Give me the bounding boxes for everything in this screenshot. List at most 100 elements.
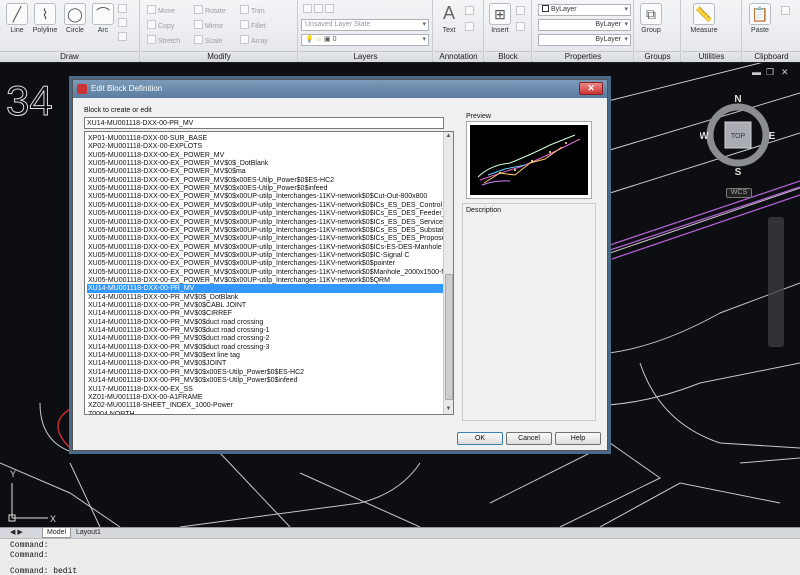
arc-tool[interactable]: ⌒ Arc (88, 3, 118, 34)
paste-tool[interactable]: 📋 Paste (745, 3, 775, 34)
measure-label: Measure (690, 27, 718, 34)
draw-panel: ╱ Line ⌇ Polyline ◯ Circle ⌒ Arc Draw (0, 0, 140, 62)
color-dropdown[interactable]: ByLayer (538, 4, 631, 16)
scale-tool[interactable]: Scale (194, 35, 223, 46)
move-tool[interactable]: Move (147, 5, 175, 16)
stretch-tool[interactable]: Stretch (147, 35, 180, 46)
rotate-tool[interactable]: Rotate (194, 5, 226, 16)
group-icon: ⧉ (640, 3, 662, 25)
group-tool[interactable]: ⧉ Group (636, 3, 666, 34)
draw-extra-tools-2[interactable] (118, 18, 129, 29)
trim-tool[interactable]: Trim (240, 5, 265, 16)
autocad-app-icon (77, 84, 87, 94)
description-label: Description (466, 207, 502, 214)
polyline-label: Polyline (32, 27, 58, 34)
drawing-number-text: 34 (6, 77, 53, 124)
wcs-menu[interactable]: WCS (726, 188, 752, 198)
text-tool[interactable]: A Text (434, 3, 464, 34)
measure-tool[interactable]: 📏 Measure (686, 3, 722, 34)
modify-panel-title[interactable]: Modify (141, 51, 297, 62)
command-history-line: Command: (10, 551, 49, 560)
linetype-dropdown[interactable]: ByLayer (538, 19, 631, 31)
line-label: Line (10, 27, 24, 34)
list-item[interactable]: Z0004 NORTH (87, 410, 443, 414)
arc-icon: ⌒ (92, 3, 114, 25)
draw-extra-tools[interactable] (118, 4, 129, 15)
circle-label: Circle (66, 27, 84, 34)
lineweight-dropdown[interactable]: ByLayer (538, 34, 631, 46)
help-button[interactable]: Help (555, 432, 601, 445)
compass-east[interactable]: E (769, 131, 776, 142)
circle-tool[interactable]: ◯ Circle (60, 3, 90, 34)
block-extra[interactable] (516, 6, 527, 17)
layers-panel-title[interactable]: Layers (299, 51, 432, 62)
axis-y-label: Y (10, 469, 16, 479)
groups-panel-title[interactable]: Groups (635, 51, 680, 62)
block-name-input[interactable] (84, 117, 444, 129)
clipboard-panel: 📋 Paste Clipboard (743, 0, 800, 62)
tab-layout1[interactable]: Layout1 (72, 528, 105, 538)
compass-south[interactable]: S (735, 167, 742, 178)
fillet-tool[interactable]: Fillet (240, 20, 266, 31)
stretch-icon (147, 35, 156, 44)
scroll-up-arrow-icon[interactable]: ▲ (444, 132, 453, 141)
properties-panel-title[interactable]: Properties (533, 51, 633, 62)
viewcube-top-face[interactable]: TOP (731, 133, 746, 140)
viewport-restore-button[interactable]: ❐ (766, 67, 774, 78)
layer-tools[interactable] (303, 4, 336, 15)
clipboard-extra[interactable] (781, 6, 792, 17)
viewcube[interactable]: TOP N S W E (700, 93, 776, 189)
array-tool[interactable]: Array (240, 35, 268, 46)
scroll-thumb[interactable] (445, 274, 453, 400)
copy-tool[interactable]: Copy (147, 20, 174, 31)
utilities-panel-title[interactable]: Utilities (682, 51, 741, 62)
insert-tool[interactable]: ⊞ Insert (485, 3, 515, 34)
ribbon: ╱ Line ⌇ Polyline ◯ Circle ⌒ Arc Draw Mo… (0, 0, 800, 62)
viewport-minimize-button[interactable]: ▬ (752, 67, 761, 77)
compass-north[interactable]: N (734, 94, 741, 105)
layout-tabs: ◀ ▶ Model Layout1 (0, 527, 800, 538)
block-list-scrollbar[interactable]: ▲ ▼ (443, 132, 453, 414)
block-preview-image (470, 125, 588, 195)
annotation-extra-2[interactable] (465, 22, 476, 33)
mirror-icon (194, 20, 203, 29)
draw-panel-title[interactable]: Draw (0, 51, 139, 62)
edit-block-definition-dialog: Edit Block Definition ✕ Block to create … (72, 79, 608, 451)
block-list[interactable]: XP01-MU001118-DXX-00-SUR_BASE XP02-MU0011… (84, 131, 454, 415)
current-layer-dropdown[interactable]: 💡 ☼ ▣ 0 (301, 34, 429, 46)
array-icon (240, 35, 249, 44)
close-button[interactable]: ✕ (579, 82, 603, 95)
navigation-bar[interactable] (768, 217, 784, 347)
polyline-tool[interactable]: ⌇ Polyline (30, 3, 60, 34)
block-extra-2[interactable] (516, 22, 527, 33)
line-icon: ╱ (6, 3, 28, 25)
clipboard-panel-title[interactable]: Clipboard (743, 51, 800, 62)
viewcube-compass: TOP N S W E (700, 94, 776, 178)
annotation-extra[interactable] (465, 6, 476, 17)
paste-icon: 📋 (749, 3, 771, 25)
scroll-down-arrow-icon[interactable]: ▼ (444, 405, 453, 414)
mirror-tool[interactable]: Mirror (194, 20, 223, 31)
sun-icon: ☼ (315, 36, 323, 43)
ok-button[interactable]: OK (457, 432, 503, 445)
annotation-panel-title[interactable]: Annotation (434, 51, 483, 62)
annotation-panel: A Text Annotation (434, 0, 484, 62)
cancel-button[interactable]: Cancel (506, 432, 552, 445)
line-tool[interactable]: ╱ Line (2, 3, 32, 34)
command-line[interactable]: Command: Command: Command: bedit (0, 538, 800, 575)
draw-extra-tools-3[interactable] (118, 32, 129, 43)
layers-panel: Unsaved Layer State 💡 ☼ ▣ 0 Layers (299, 0, 433, 62)
trim-icon (240, 5, 249, 14)
tab-model[interactable]: Model (42, 528, 72, 538)
block-panel-title[interactable]: Block (485, 51, 531, 62)
layer-state-dropdown[interactable]: Unsaved Layer State (301, 19, 429, 31)
text-icon: A (442, 3, 455, 23)
viewport-close-button[interactable]: ✕ (781, 67, 789, 78)
dialog-titlebar[interactable]: Edit Block Definition ✕ (73, 80, 607, 98)
circle-icon: ◯ (64, 3, 86, 25)
utilities-panel: 📏 Measure Utilities (682, 0, 742, 62)
compass-west[interactable]: W (700, 131, 709, 142)
tab-nav-arrows[interactable]: ◀ ▶ (6, 528, 27, 538)
paste-label: Paste (751, 27, 769, 34)
rotate-icon (194, 5, 203, 14)
